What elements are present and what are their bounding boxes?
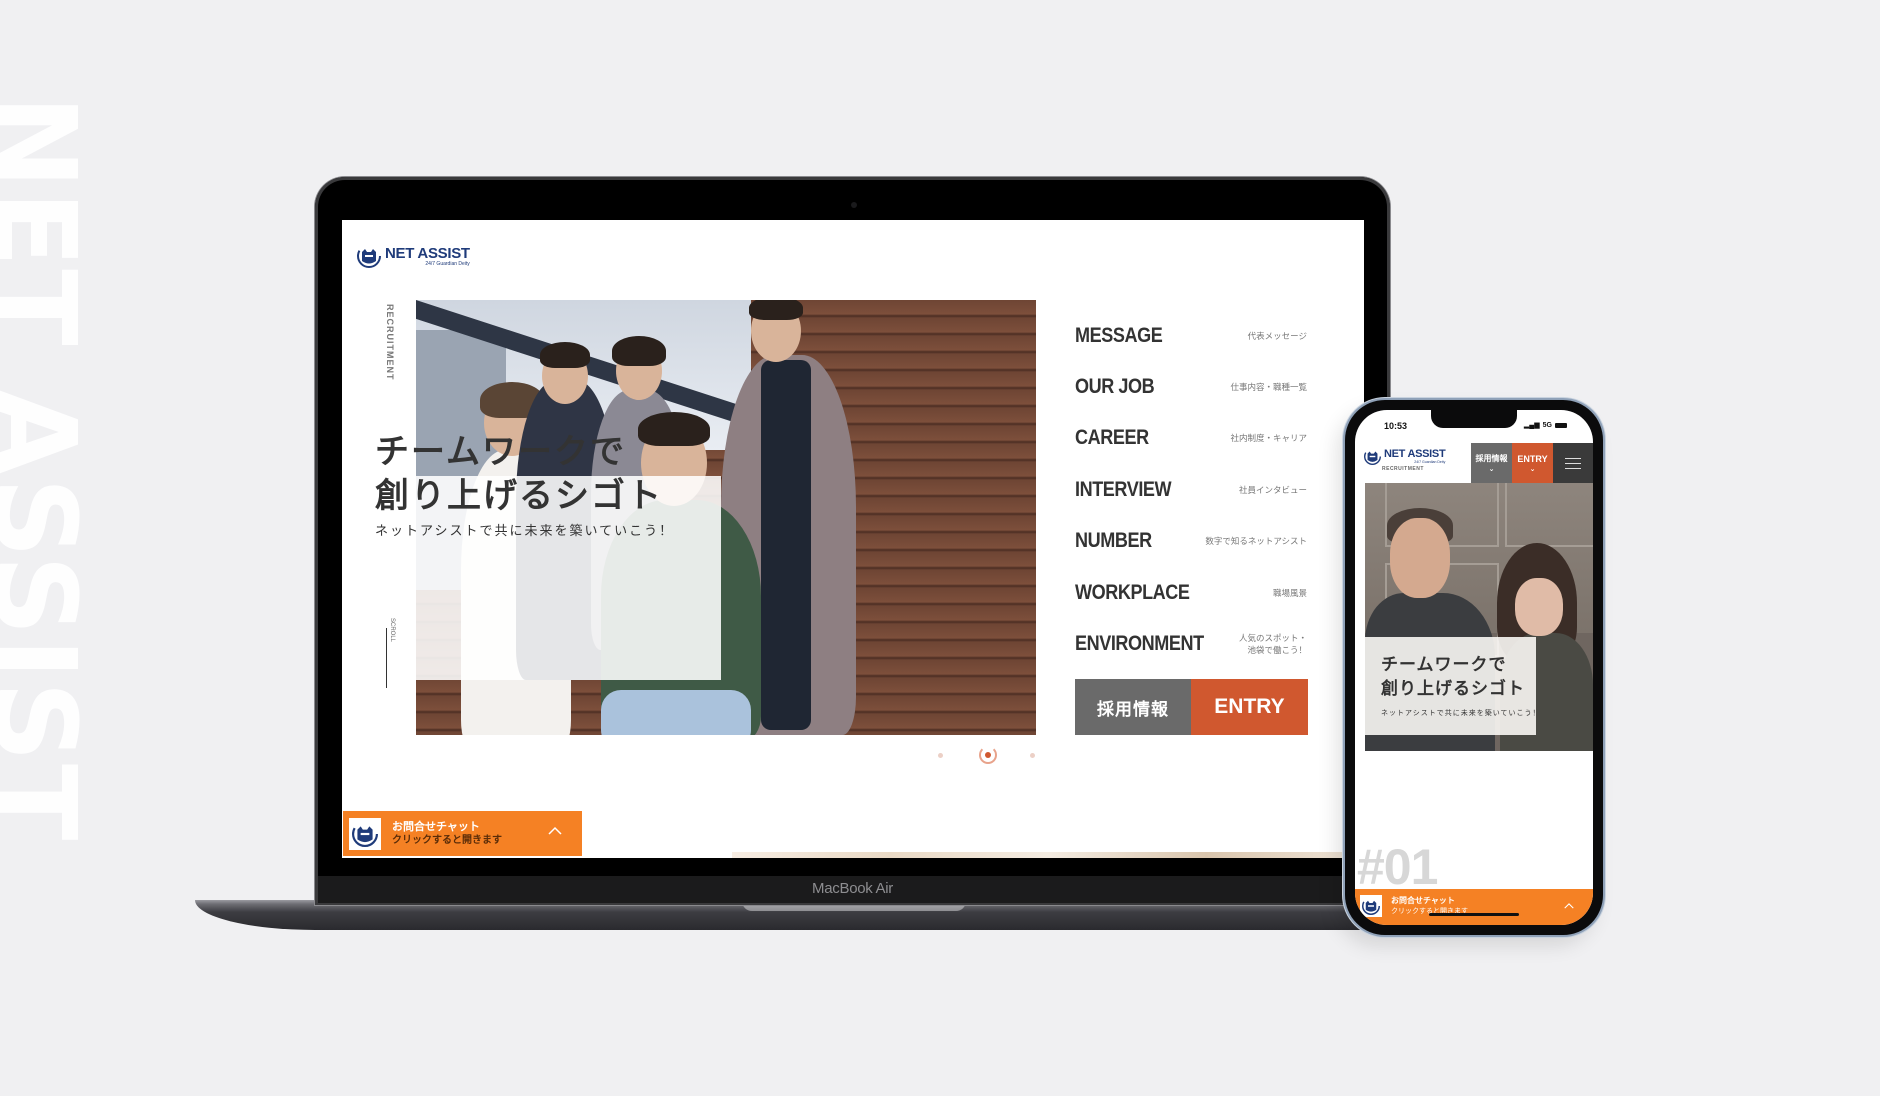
- hero-title: チームワークで 創り上げるシゴト: [375, 430, 663, 518]
- phone-hero-subtitle: ネットアシストで共に未来を築いていこう！: [1381, 710, 1541, 717]
- nav-item-message[interactable]: MESSAGE 代表メッセージ: [1075, 310, 1307, 361]
- phone-hero-title-line1: チームワークで: [1381, 655, 1507, 675]
- phone-chat-avatar: [1360, 895, 1382, 917]
- chevron-down-icon: ⌄: [1529, 465, 1536, 473]
- main-nav: MESSAGE 代表メッセージ OUR JOB 仕事内容・職種一覧 CAREER…: [1075, 310, 1307, 670]
- phone-recruitment-label: RECRUITMENT: [1382, 466, 1424, 472]
- phone-hero-title-line2: 創り上げるシゴト: [1381, 679, 1525, 699]
- hamburger-menu-icon[interactable]: [1553, 443, 1593, 483]
- cat-mascot-icon: [1362, 897, 1380, 915]
- chat-subtitle: クリックすると開きます: [392, 834, 502, 846]
- scroll-label: SCROLL: [389, 618, 395, 643]
- hero-subtitle: ネットアシストで共に未来を築いていこう！: [375, 524, 675, 539]
- nav-item-sublabel: 数字で知るネットアシスト: [1205, 536, 1307, 547]
- nav-item-label: ENVIRONMENT: [1075, 632, 1204, 656]
- logo-name: NET ASSIST: [385, 244, 470, 262]
- phone-recruit-info-button[interactable]: 採用情報 ⌄: [1471, 443, 1512, 483]
- recruitment-side-label: RECRUITMENT: [385, 304, 395, 381]
- cat-mascot-icon: [352, 820, 378, 847]
- laptop-camera: [851, 202, 857, 208]
- cta-buttons: 採用情報 ENTRY: [1075, 679, 1308, 735]
- nav-item-our-job[interactable]: OUR JOB 仕事内容・職種一覧: [1075, 361, 1307, 412]
- background-brand-text-label: NET ASSIST: [0, 95, 99, 843]
- phone-chat-widget[interactable]: お問合せチャット クリックすると開きます: [1355, 889, 1593, 925]
- cat-logo-icon: [357, 244, 381, 268]
- phone-entry-label: ENTRY: [1517, 453, 1548, 464]
- network-label: 5G: [1542, 421, 1552, 429]
- slider-dot[interactable]: [938, 752, 943, 758]
- slider-dot[interactable]: [1030, 752, 1035, 758]
- phone-logo-name: NET ASSIST: [1384, 448, 1446, 460]
- chevron-down-icon: ⌄: [1488, 466, 1495, 473]
- status-icons: ▂▄▆ 5G: [1524, 421, 1567, 429]
- phone-logo-tagline: 24/7 Guardian Deity: [1414, 460, 1446, 464]
- nav-item-sublabel: 仕事内容・職種一覧: [1230, 382, 1307, 393]
- chevron-up-icon[interactable]: [548, 824, 562, 838]
- phone-recruit-info-label: 採用情報: [1475, 454, 1508, 463]
- nav-item-label: OUR JOB: [1075, 375, 1155, 399]
- nav-item-label: MESSAGE: [1075, 323, 1163, 347]
- scroll-line-icon: [386, 628, 387, 688]
- section-number: #01: [1357, 839, 1438, 895]
- nav-item-number[interactable]: NUMBER 数字で知るネットアシスト: [1075, 516, 1307, 567]
- chevron-up-icon[interactable]: [1564, 901, 1574, 911]
- slider-pagination: [938, 746, 1035, 764]
- nav-item-sublabel: 代表メッセージ: [1247, 330, 1307, 341]
- background-brand-text: NET ASSIST: [0, 95, 99, 1005]
- nav-item-label: CAREER: [1075, 426, 1149, 450]
- nav-item-sublabel: 職場風景: [1272, 587, 1307, 598]
- slider-dot-active[interactable]: [979, 746, 997, 764]
- phone-header: NET ASSIST 24/7 Guardian Deity RECRUITME…: [1355, 443, 1593, 483]
- phone-screen: 10:53 ▂▄▆ 5G NET ASSIST 24/7 Guardian De…: [1355, 410, 1593, 925]
- entry-button[interactable]: ENTRY: [1191, 679, 1308, 735]
- nav-item-workplace[interactable]: WORKPLACE 職場風景: [1075, 567, 1307, 618]
- nav-item-label: NUMBER: [1075, 529, 1152, 553]
- site-logo[interactable]: NET ASSIST 24/7 Guardian Deity: [357, 244, 470, 268]
- nav-item-sublabel: 社員インタビュー: [1238, 484, 1307, 495]
- battery-icon: [1555, 422, 1567, 428]
- recruit-info-button[interactable]: 採用情報: [1075, 679, 1191, 735]
- chat-title: お問合せチャット: [392, 820, 480, 833]
- nav-item-sublabel: 人気のスポット・ 池袋で働こう！: [1238, 633, 1307, 656]
- phone-entry-button[interactable]: ENTRY ⌄: [1512, 443, 1553, 483]
- nav-item-environment[interactable]: ENVIRONMENT 人気のスポット・ 池袋で働こう！: [1075, 618, 1307, 669]
- chat-widget[interactable]: お問合せチャット クリックすると開きます: [343, 811, 582, 856]
- laptop-screen: NET ASSIST 24/7 Guardian Deity RECRUITME…: [342, 220, 1364, 858]
- chat-avatar: [349, 817, 381, 850]
- logo-tagline: 24/7 Guardian Deity: [425, 260, 470, 267]
- phone-chat-title: お問合せチャット: [1391, 896, 1455, 905]
- nav-item-label: INTERVIEW: [1075, 477, 1172, 501]
- hero-title-line1: チームワークで: [375, 432, 626, 472]
- status-time: 10:53: [1384, 421, 1408, 431]
- hero-title-line2: 創り上げるシゴト: [375, 476, 663, 516]
- laptop-model-label: MacBook Air: [812, 880, 893, 897]
- nav-item-career[interactable]: CAREER 社内制度・キャリア: [1075, 413, 1307, 464]
- nav-item-sublabel: 社内制度・キャリア: [1230, 433, 1307, 444]
- phone-site-logo[interactable]: NET ASSIST 24/7 Guardian Deity: [1364, 448, 1446, 465]
- nav-item-interview[interactable]: INTERVIEW 社員インタビュー: [1075, 464, 1307, 515]
- below-fold-content-strip: [732, 852, 1364, 858]
- home-indicator[interactable]: [1429, 913, 1519, 916]
- phone-hero-title: チームワークで 創り上げるシゴト: [1381, 653, 1525, 701]
- signal-icon: ▂▄▆: [1523, 422, 1540, 429]
- cat-logo-icon: [1364, 448, 1381, 465]
- phone-notch: [1431, 410, 1517, 428]
- nav-item-label: WORKPLACE: [1075, 580, 1190, 604]
- scroll-indicator[interactable]: SCROLL: [386, 618, 398, 692]
